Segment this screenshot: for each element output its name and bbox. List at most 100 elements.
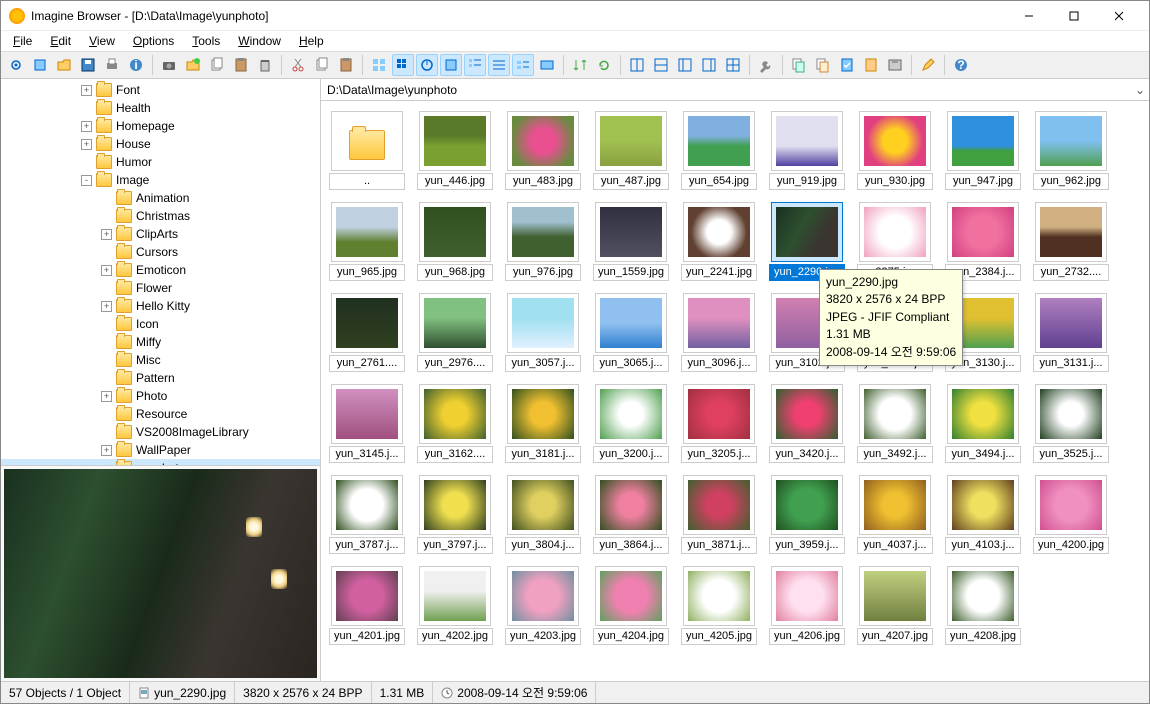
thumbnail-item[interactable]: yun_3420.j...	[769, 384, 845, 463]
detail-icon[interactable]	[488, 54, 510, 76]
thumbnail-item[interactable]: yun_3959.j...	[769, 475, 845, 554]
menu-options[interactable]: Options	[125, 32, 182, 50]
expand-icon[interactable]: +	[101, 391, 112, 402]
thumbnail-item[interactable]: yun_3492.j...	[857, 384, 933, 463]
thumbnail-grid[interactable]: ..yun_446.jpgyun_483.jpgyun_487.jpgyun_6…	[321, 101, 1149, 681]
folder-tree[interactable]: +Font+Health+Homepage+House+Humor-Image+…	[1, 79, 320, 465]
thumbnail-item[interactable]: yun_3205.j...	[681, 384, 757, 463]
thumb-large-icon[interactable]	[440, 54, 462, 76]
thumbnail-item[interactable]: yun_4201.jpg	[329, 566, 405, 645]
thumbnail-item[interactable]: yun_4204.jpg	[593, 566, 669, 645]
thumbnail-item[interactable]: yun_2241.jpg	[681, 202, 757, 281]
thumbnail-item[interactable]: yun_2761....	[329, 293, 405, 372]
expand-icon[interactable]: +	[101, 229, 112, 240]
minimize-button[interactable]	[1006, 2, 1051, 30]
thumbnail-item[interactable]: yun_3804.j...	[505, 475, 581, 554]
filmstrip-icon[interactable]	[536, 54, 558, 76]
path-dropdown-icon[interactable]: ⌄	[1135, 83, 1145, 97]
thumbnail-item[interactable]: yun_4205.jpg	[681, 566, 757, 645]
tree-item[interactable]: +Humor	[1, 153, 320, 171]
expand-icon[interactable]: +	[81, 139, 92, 150]
copy-icon[interactable]	[206, 54, 228, 76]
expand-icon[interactable]: +	[81, 85, 92, 96]
new-folder-icon[interactable]	[182, 54, 204, 76]
thumbnail-item[interactable]: yun_4207.jpg	[857, 566, 933, 645]
batch5-icon[interactable]	[884, 54, 906, 76]
delete-icon[interactable]	[254, 54, 276, 76]
thumbnail-item[interactable]: yun_968.jpg	[417, 202, 493, 281]
tree-item[interactable]: +Font	[1, 81, 320, 99]
grid-icon[interactable]	[368, 54, 390, 76]
maximize-button[interactable]	[1051, 2, 1096, 30]
tree-item[interactable]: +Animation	[1, 189, 320, 207]
thumbnail-item[interactable]: yun_919.jpg	[769, 111, 845, 190]
menu-window[interactable]: Window	[230, 32, 289, 50]
menu-file[interactable]: File	[5, 32, 40, 50]
pane1-icon[interactable]	[626, 54, 648, 76]
thumbnail-item[interactable]: yun_487.jpg	[593, 111, 669, 190]
tree-item[interactable]: +Hello Kitty	[1, 297, 320, 315]
thumbnail-item[interactable]: yun_3145.j...	[329, 384, 405, 463]
thumbnail-item[interactable]: yun_4208.jpg	[945, 566, 1021, 645]
thumbnail-item[interactable]: yun_4203.jpg	[505, 566, 581, 645]
edit-icon[interactable]	[917, 54, 939, 76]
thumbnail-item[interactable]: yun_3797.j...	[417, 475, 493, 554]
collapse-icon[interactable]: -	[81, 175, 92, 186]
pane3-icon[interactable]	[674, 54, 696, 76]
batch2-icon[interactable]	[812, 54, 834, 76]
parent-folder[interactable]: ..	[329, 111, 405, 190]
batch3-icon[interactable]	[836, 54, 858, 76]
paste2-icon[interactable]	[335, 54, 357, 76]
pane4-icon[interactable]	[698, 54, 720, 76]
thumbnail-item[interactable]: yun_3871.j...	[681, 475, 757, 554]
thumbnail-item[interactable]: yun_3131.j...	[1033, 293, 1109, 372]
tree-item[interactable]: +VS2008ImageLibrary	[1, 423, 320, 441]
thumbnail-item[interactable]: yun_965.jpg	[329, 202, 405, 281]
tree-item[interactable]: +Icon	[1, 315, 320, 333]
tree-item[interactable]: +Homepage	[1, 117, 320, 135]
expand-icon[interactable]: +	[101, 445, 112, 456]
thumb-small-icon[interactable]	[392, 54, 414, 76]
tree-item[interactable]: +Health	[1, 99, 320, 117]
thumbnail-item[interactable]: yun_1559.jpg	[593, 202, 669, 281]
thumbnail-item[interactable]: yun_3525.j...	[1033, 384, 1109, 463]
thumbnail-item[interactable]: yun_947.jpg	[945, 111, 1021, 190]
thumbnail-item[interactable]: yun_4200.jpg	[1033, 475, 1109, 554]
thumbnail-item[interactable]: yun_3787.j...	[329, 475, 405, 554]
thumb-med-icon[interactable]	[416, 54, 438, 76]
menu-help[interactable]: Help	[291, 32, 332, 50]
thumbnail-item[interactable]: yun_483.jpg	[505, 111, 581, 190]
save-icon[interactable]	[77, 54, 99, 76]
copy2-icon[interactable]	[311, 54, 333, 76]
batch4-icon[interactable]	[860, 54, 882, 76]
camera-icon[interactable]	[158, 54, 180, 76]
thumbnail-item[interactable]: yun_2976....	[417, 293, 493, 372]
tree-item[interactable]: +Miffy	[1, 333, 320, 351]
thumbnail-item[interactable]: yun_4202.jpg	[417, 566, 493, 645]
thumbnail-item[interactable]: yun_4103.j...	[945, 475, 1021, 554]
tree-item[interactable]: +Resource	[1, 405, 320, 423]
info-icon[interactable]: i	[125, 54, 147, 76]
list-icon[interactable]	[464, 54, 486, 76]
thumbnail-item[interactable]: yun_2732....	[1033, 202, 1109, 281]
thumbnail-item[interactable]: yun_3864.j...	[593, 475, 669, 554]
batch1-icon[interactable]	[788, 54, 810, 76]
refresh-icon[interactable]	[593, 54, 615, 76]
pane5-icon[interactable]	[722, 54, 744, 76]
close-button[interactable]	[1096, 2, 1141, 30]
thumbnail-item[interactable]: yun_3494.j...	[945, 384, 1021, 463]
expand-icon[interactable]: +	[81, 121, 92, 132]
menu-edit[interactable]: Edit	[42, 32, 79, 50]
tree-item[interactable]: +WallPaper	[1, 441, 320, 459]
sort-icon[interactable]	[569, 54, 591, 76]
thumbnail-item[interactable]: yun_3181.j...	[505, 384, 581, 463]
tile-icon[interactable]	[512, 54, 534, 76]
cut-icon[interactable]	[287, 54, 309, 76]
thumbnail-item[interactable]: yun_3096.j...	[681, 293, 757, 372]
tree-item[interactable]: +ClipArts	[1, 225, 320, 243]
paste-icon[interactable]	[230, 54, 252, 76]
thumbnail-item[interactable]: yun_3162....	[417, 384, 493, 463]
thumbnail-item[interactable]: yun_4206.jpg	[769, 566, 845, 645]
slideshow-icon[interactable]	[29, 54, 51, 76]
thumbnail-item[interactable]: yun_962.jpg	[1033, 111, 1109, 190]
